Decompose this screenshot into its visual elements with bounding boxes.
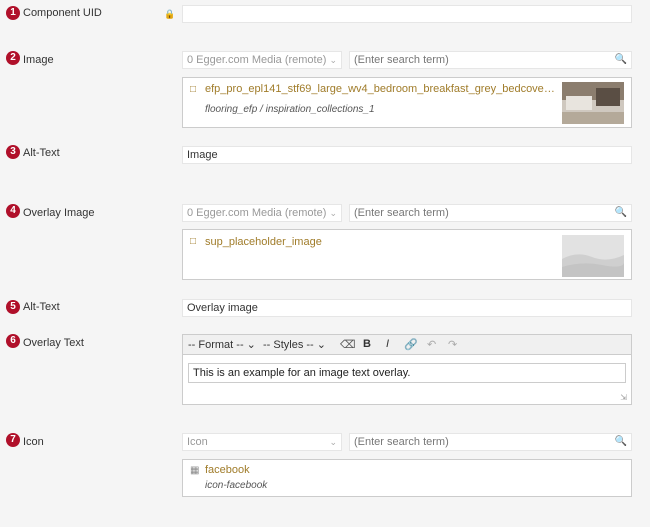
field-label: Alt-Text (23, 301, 60, 313)
chevron-down-icon: ⌄ (329, 437, 337, 447)
component-uid-input[interactable] (182, 5, 632, 23)
overlay-alt-text-input[interactable]: Overlay image (182, 299, 632, 317)
icon-source-value: Icon (187, 436, 208, 448)
media-source-select[interactable]: 0 Egger.com Media (remote) ⌄ (182, 204, 342, 222)
asset-sub: icon-facebook (205, 480, 268, 491)
field-label: Overlay Image (23, 207, 95, 219)
icon-source-select[interactable]: Icon ⌄ (182, 433, 342, 451)
search-icon[interactable]: 🔍 (615, 434, 627, 450)
selected-asset-card[interactable]: □ efp_pro_epl141_stf69_large_wv4_bedroom… (182, 77, 632, 128)
file-icon: ▦ (190, 465, 200, 476)
resize-handle-icon[interactable]: ⇲ (620, 393, 627, 402)
asset-title-link[interactable]: efp_pro_epl141_stf69_large_wv4_bedroom_b… (205, 83, 557, 95)
field-label: Component UID (23, 7, 102, 19)
bold-button[interactable]: B (363, 338, 371, 350)
lock-icon: 🔒 (164, 9, 176, 19)
search-icon[interactable]: 🔍 (615, 205, 627, 221)
field-number-badge: 7 (6, 433, 20, 447)
format-dropdown-label: -- Format -- (188, 339, 244, 351)
italic-button[interactable]: I (386, 338, 389, 350)
media-source-value: 0 Egger.com Media (remote) (187, 207, 327, 219)
field-number-badge: 2 (6, 51, 20, 65)
field-number-badge: 4 (6, 204, 20, 218)
icon-search-input[interactable]: (Enter search term) 🔍 (349, 433, 632, 451)
field-label: Icon (23, 436, 44, 448)
styles-dropdown[interactable]: -- Styles -- ⌄ (263, 338, 326, 351)
field-label: Overlay Text (23, 337, 84, 349)
asset-thumbnail (562, 235, 624, 277)
asset-title-link[interactable]: facebook (205, 464, 505, 476)
field-number-badge: 6 (6, 334, 20, 348)
undo-icon[interactable]: ↶ (427, 338, 436, 351)
field-number-badge: 3 (6, 145, 20, 159)
editor-content[interactable]: This is an example for an image text ove… (188, 363, 626, 383)
asset-title-link[interactable]: sup_placeholder_image (205, 236, 505, 248)
selected-asset-card[interactable]: □ sup_placeholder_image (182, 229, 632, 280)
clear-format-icon[interactable]: ⌫ (340, 338, 356, 351)
rich-text-editor: -- Format -- ⌄ -- Styles -- ⌄ ⌫ B I 🔗 ↶ … (182, 334, 632, 405)
media-source-value: 0 Egger.com Media (remote) (187, 54, 327, 66)
chevron-down-icon: ⌄ (329, 208, 337, 218)
image-file-icon: □ (190, 236, 197, 247)
chevron-down-icon: ⌄ (329, 55, 337, 65)
alt-text-input[interactable]: Image (182, 146, 632, 164)
field-label: Image (23, 54, 54, 66)
asset-path: flooring_efp / inspiration_collections_1 (205, 104, 375, 115)
field-label: Alt-Text (23, 147, 60, 159)
media-source-select[interactable]: 0 Egger.com Media (remote) ⌄ (182, 51, 342, 69)
image-file-icon: □ (190, 84, 197, 95)
redo-icon[interactable]: ↷ (448, 338, 457, 351)
editor-toolbar: -- Format -- ⌄ -- Styles -- ⌄ ⌫ B I 🔗 ↶ … (183, 335, 631, 355)
field-number-badge: 5 (6, 300, 20, 314)
styles-dropdown-label: -- Styles -- (263, 339, 314, 351)
search-placeholder: (Enter search term) (354, 436, 449, 448)
link-icon[interactable]: 🔗 (404, 338, 418, 351)
format-dropdown[interactable]: -- Format -- ⌄ (188, 338, 256, 351)
field-number-badge: 1 (6, 6, 20, 20)
overlay-image-search-input[interactable]: (Enter search term) 🔍 (349, 204, 632, 222)
image-search-input[interactable]: (Enter search term) 🔍 (349, 51, 632, 69)
search-icon[interactable]: 🔍 (615, 52, 627, 68)
selected-icon-card[interactable]: ▦ facebook icon-facebook (182, 459, 632, 497)
search-placeholder: (Enter search term) (354, 54, 449, 66)
asset-thumbnail (562, 82, 624, 124)
search-placeholder: (Enter search term) (354, 207, 449, 219)
